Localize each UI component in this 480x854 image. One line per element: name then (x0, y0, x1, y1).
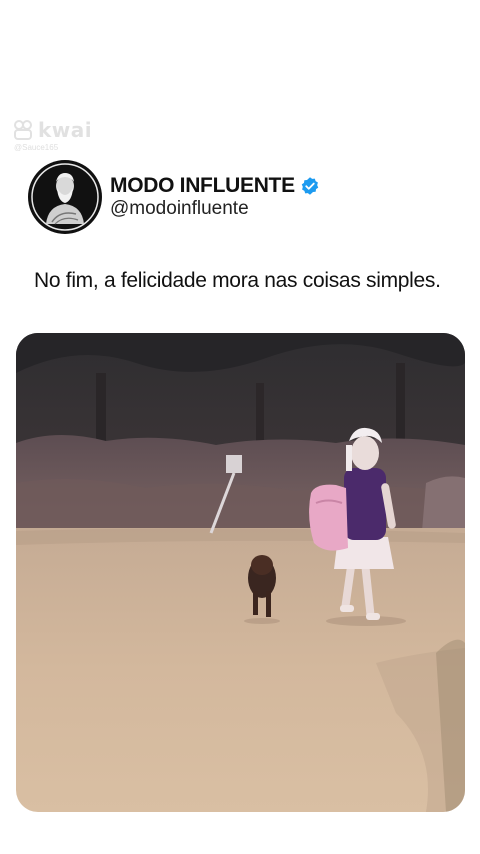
post-text: No fim, a felicidade mora nas coisas sim… (34, 269, 441, 292)
video-still-image (16, 333, 465, 812)
bust-icon (29, 161, 101, 233)
watermark-brand: kwai (38, 118, 93, 142)
kwai-logo-icon (14, 120, 32, 140)
handle[interactable]: @modoinfluente (110, 198, 320, 220)
display-name[interactable]: MODO INFLUENTE (110, 174, 295, 198)
kwai-watermark: kwai @Sauce165 (12, 118, 92, 152)
post-video[interactable] (16, 333, 465, 812)
watermark-user: @Sauce165 (14, 143, 59, 152)
avatar[interactable] (28, 160, 102, 234)
post-header: MODO INFLUENTE @modoinfluente (28, 160, 320, 234)
verified-badge-icon (301, 177, 319, 195)
